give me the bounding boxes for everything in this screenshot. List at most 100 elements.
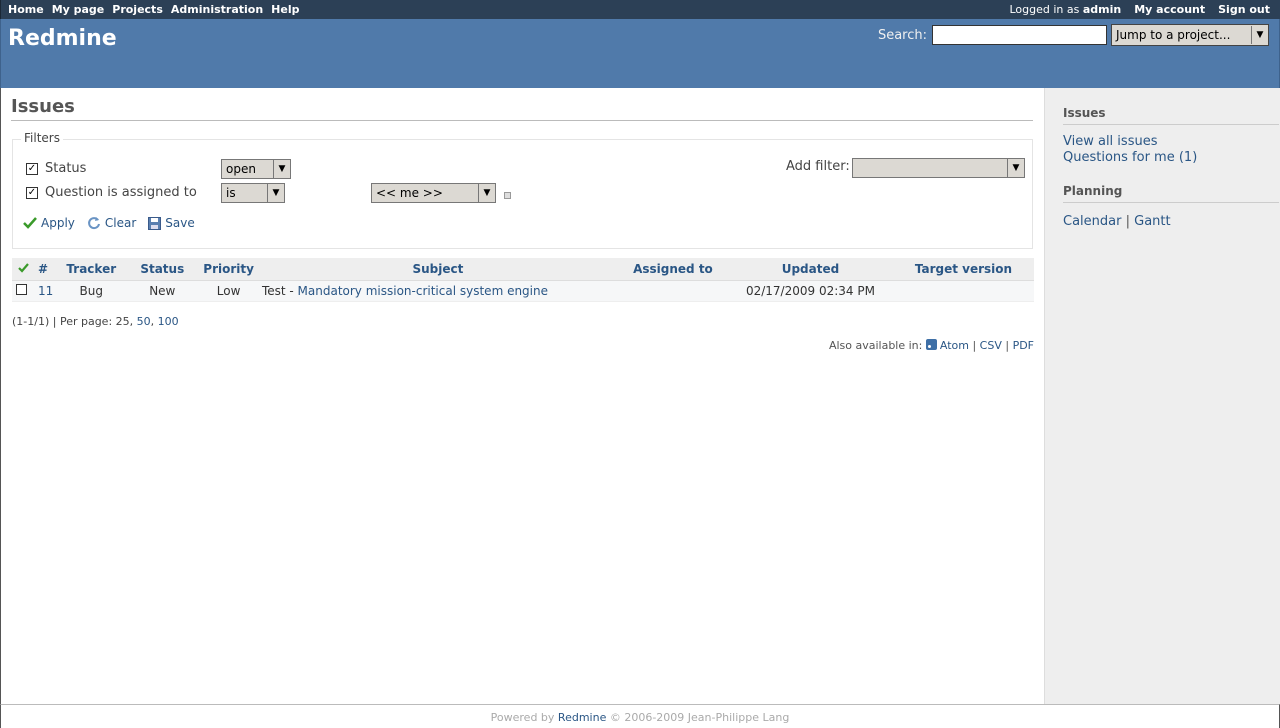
- apply-button[interactable]: Apply: [23, 216, 75, 230]
- add-filter-select[interactable]: ▼: [852, 158, 1025, 178]
- search-label: Search:: [877, 27, 927, 43]
- menu-projects-link[interactable]: Projects: [112, 3, 163, 16]
- column-header-tracker[interactable]: Tracker: [57, 258, 126, 281]
- issue-tracker-cell: Bug: [57, 280, 126, 302]
- clear-button[interactable]: Clear: [87, 216, 136, 230]
- per-page-50-link[interactable]: 50: [137, 315, 151, 328]
- search-input[interactable]: [932, 25, 1107, 45]
- sidebar-planning-heading: Planning: [1063, 184, 1279, 203]
- chevron-down-icon: ▼: [273, 160, 290, 178]
- checkmark-icon: [17, 263, 29, 273]
- quick-search: Search: Jump to a project... ▼: [878, 24, 1269, 46]
- issue-target-version-cell: [892, 280, 1034, 302]
- calendar-link[interactable]: Calendar: [1063, 214, 1121, 229]
- per-page-100-link[interactable]: 100: [158, 315, 179, 328]
- top-menu: Home My page Projects Administration Hel…: [0, 0, 1280, 19]
- rss-feed-icon: [925, 339, 937, 350]
- row-checkbox[interactable]: [16, 283, 27, 295]
- other-formats: Also available in: Atom | CSV | PDF: [828, 339, 1034, 352]
- issue-subject-link[interactable]: Mandatory mission-critical system engine: [298, 284, 548, 298]
- chevron-down-icon: ▼: [1007, 159, 1024, 177]
- issue-subject-prefix: Test -: [261, 283, 298, 298]
- assigned-operator-select[interactable]: is ▼: [221, 183, 285, 203]
- reload-icon: [87, 217, 100, 230]
- checkmark-icon: [23, 217, 37, 229]
- jump-to-project-label: Jump to a project...: [1116, 28, 1231, 42]
- app-title: Redmine: [8, 26, 117, 51]
- page-title: Issues: [11, 96, 1033, 121]
- issues-table-header: # Tracker Status Priority Subject Assign…: [12, 258, 1034, 281]
- jump-to-project-select[interactable]: Jump to a project... ▼: [1111, 24, 1269, 46]
- issue-id-cell: 11: [34, 280, 58, 302]
- pdf-link[interactable]: PDF: [1013, 339, 1034, 352]
- add-filter-label: Add filter:: [786, 159, 850, 174]
- main: Issues Filters ✓ Status open ▼ ✓ Questio…: [0, 88, 1280, 704]
- column-header-status[interactable]: Status: [125, 258, 200, 281]
- filters-legend[interactable]: Filters: [21, 131, 63, 145]
- status-filter-checkbox[interactable]: ✓: [26, 163, 38, 175]
- column-header-id[interactable]: #: [34, 258, 58, 281]
- atom-link[interactable]: Atom: [940, 339, 969, 352]
- column-header-updated[interactable]: Updated: [727, 258, 893, 281]
- gantt-link[interactable]: Gantt: [1134, 214, 1170, 229]
- column-header-target-version[interactable]: Target version: [892, 258, 1034, 281]
- save-button[interactable]: Save: [148, 216, 195, 230]
- questions-for-me-link[interactable]: Questions for me (1): [1063, 150, 1197, 165]
- menu-home-link[interactable]: Home: [8, 3, 44, 16]
- powered-by-label: Powered by: [490, 711, 555, 724]
- filters-fieldset: Filters ✓ Status open ▼ ✓ Question is as…: [12, 131, 1033, 249]
- pagination: (1-1/1) | Per page: 25, 50, 100: [12, 315, 179, 328]
- sidebar-issues-links: View all issues Questions for me (1): [1063, 134, 1197, 166]
- menu-my-page-link[interactable]: My page: [52, 3, 105, 16]
- status-filter-label: Status: [45, 161, 87, 176]
- top-menu-left: Home My page Projects Administration Hel…: [8, 3, 299, 16]
- sidebar-planning-links: Calendar | Gantt: [1063, 214, 1171, 229]
- logged-as-prefix: Logged in as: [1009, 3, 1080, 16]
- chevron-down-icon: ▼: [1251, 26, 1268, 44]
- apply-label: Apply: [41, 216, 75, 230]
- assigned-value: << me >>: [376, 186, 443, 200]
- assigned-value-select[interactable]: << me >> ▼: [371, 183, 496, 203]
- issue-status-cell: New: [125, 280, 200, 302]
- copyright-text: © 2006-2009 Jean-Philippe Lang: [609, 711, 790, 724]
- status-operator-select[interactable]: open ▼: [221, 159, 291, 179]
- content: Issues Filters ✓ Status open ▼ ✓ Questio…: [1, 88, 1044, 704]
- logged-user-link[interactable]: admin: [1083, 3, 1121, 16]
- redmine-link[interactable]: Redmine: [558, 711, 606, 724]
- column-header-subject[interactable]: Subject: [257, 258, 618, 281]
- column-header-priority[interactable]: Priority: [199, 258, 258, 281]
- sidebar: Issues View all issues Questions for me …: [1044, 88, 1280, 704]
- table-row[interactable]: 11 Bug New Low Test - Mandatory mission-…: [12, 280, 1034, 302]
- footer: Powered by Redmine © 2006-2009 Jean-Phil…: [0, 704, 1280, 728]
- menu-administration-link[interactable]: Administration: [171, 3, 263, 16]
- my-account-link[interactable]: My account: [1134, 3, 1205, 16]
- logged-as: Logged in as admin: [1009, 3, 1121, 16]
- status-operator-value: open: [226, 162, 256, 176]
- sidebar-issues-heading: Issues: [1063, 106, 1279, 125]
- menu-help-link[interactable]: Help: [271, 3, 299, 16]
- toggle-all-header[interactable]: [12, 258, 34, 281]
- issue-updated-cell: 02/17/2009 02:34 PM: [727, 280, 893, 302]
- other-formats-label: Also available in:: [828, 339, 923, 352]
- toggle-multiselect-icon[interactable]: [504, 192, 511, 199]
- pagination-range: (1-1/1) | Per page: 25,: [12, 315, 134, 328]
- issue-priority-cell: Low: [199, 280, 258, 302]
- csv-link[interactable]: CSV: [980, 339, 1002, 352]
- view-all-issues-link[interactable]: View all issues: [1063, 134, 1157, 149]
- column-header-assigned-to[interactable]: Assigned to: [617, 258, 728, 281]
- issue-subject-cell: Test - Mandatory mission-critical system…: [257, 280, 618, 302]
- assigned-filter-checkbox[interactable]: ✓: [26, 187, 38, 199]
- header: Redmine Search: Jump to a project... ▼: [0, 19, 1280, 88]
- chevron-down-icon: ▼: [478, 184, 495, 202]
- save-disk-icon: [148, 216, 162, 230]
- top-menu-right: Logged in as admin My account Sign out: [1009, 3, 1270, 16]
- chevron-down-icon: ▼: [267, 184, 284, 202]
- issue-id-link[interactable]: 11: [38, 284, 53, 298]
- assigned-operator-value: is: [226, 186, 236, 200]
- assigned-filter-label: Question is assigned to: [45, 185, 197, 200]
- save-label: Save: [165, 216, 195, 230]
- clear-label: Clear: [104, 216, 137, 230]
- sign-out-link[interactable]: Sign out: [1218, 3, 1270, 16]
- filter-actions: Apply Clear Save: [23, 216, 201, 230]
- issue-assigned-cell: [617, 280, 728, 302]
